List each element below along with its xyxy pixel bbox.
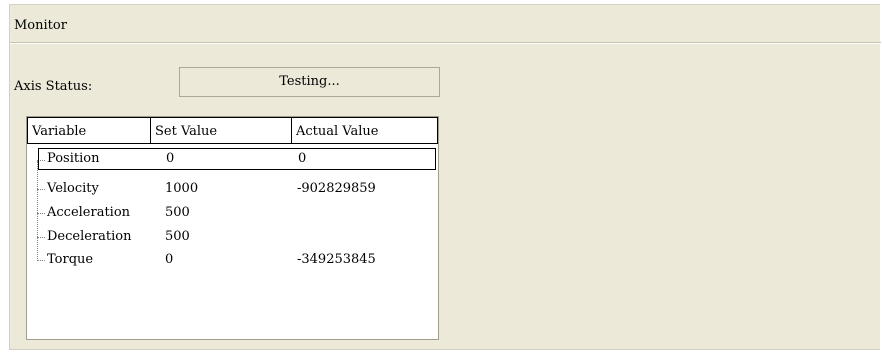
table-row-position[interactable]: Position 0 0 [38,148,436,170]
grid-header: Variable Set Value Actual Value [27,117,438,144]
actual-value: -349253845 [297,252,376,267]
panel-title: Monitor [14,18,67,33]
column-header-actual-value[interactable]: Actual Value [291,117,438,144]
column-header-set-value[interactable]: Set Value [150,117,292,144]
variable-name: Deceleration [47,229,132,244]
set-value: 0 [165,252,174,267]
table-row-acceleration[interactable]: Acceleration 500 [27,202,438,224]
variable-name: Acceleration [47,205,131,220]
set-value: 500 [165,205,190,220]
set-value: 0 [166,151,175,166]
table-row-velocity[interactable]: Velocity 1000 -902829859 [27,178,438,200]
variable-name: Position [47,151,100,166]
variable-tree-grid[interactable]: Variable Set Value Actual Value Position… [26,116,439,340]
actual-value: 0 [298,151,307,166]
table-row-deceleration[interactable]: Deceleration 500 [27,226,438,248]
actual-value: -902829859 [297,181,376,196]
monitor-panel: Monitor Axis Status: Testing... Variable… [9,4,881,350]
variable-name: Velocity [47,181,99,196]
column-header-variable[interactable]: Variable [27,117,151,144]
table-row-torque[interactable]: Torque 0 -349253845 [27,249,438,271]
title-separator [10,42,881,44]
set-value: 1000 [165,181,199,196]
set-value: 500 [165,229,190,244]
axis-status-value: Testing... [179,67,440,97]
variable-name: Torque [47,252,94,267]
axis-status-label: Axis Status: [14,79,93,94]
